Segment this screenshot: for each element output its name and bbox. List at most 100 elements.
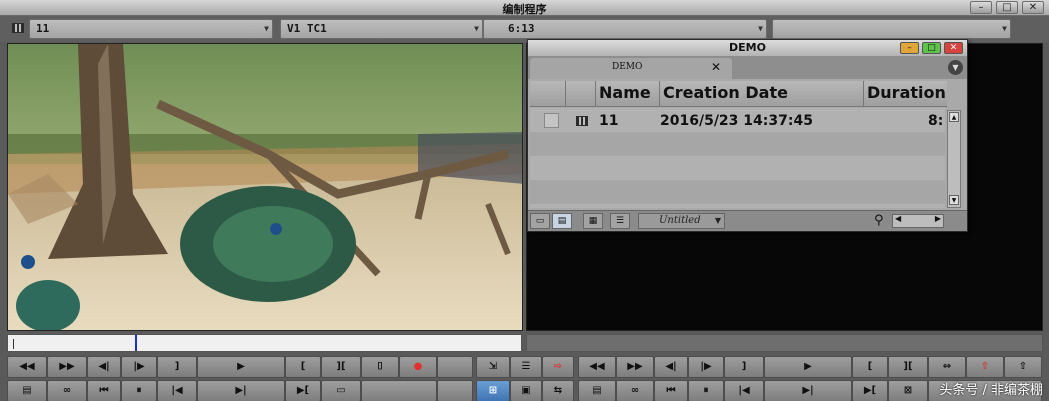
record-segment-button[interactable]: ⇔	[928, 356, 966, 378]
timecode-value: 6:13	[508, 22, 535, 35]
mark-in-button[interactable]: [	[285, 356, 321, 378]
app-title-bar: 编制程序 – □ ✕	[0, 0, 1049, 16]
source-spare-button-2[interactable]	[361, 380, 437, 401]
mark-out-button[interactable]: ]	[157, 356, 197, 378]
minimize-button[interactable]: –	[970, 1, 992, 14]
header-checkbox-column	[530, 81, 566, 106]
lift-button[interactable]: ☰	[510, 356, 542, 378]
table-row[interactable]: 11 2016/5/23 14:37:45 8:	[530, 110, 945, 132]
scroll-up-icon[interactable]: ▲	[949, 112, 959, 122]
overwrite-button[interactable]: ⇨	[542, 356, 574, 378]
toggle-source-record-button[interactable]: ⊞	[476, 380, 510, 401]
bin-footer-bar: ▭ ▤ ▦ ☰ Untitled ▼ ⚲ ◀ ▶	[528, 210, 967, 231]
go-to-out-button[interactable]: |◀	[157, 380, 197, 401]
record-play-in-out-button[interactable]: ⏸	[688, 380, 724, 401]
lift-up-button[interactable]: ⇧	[966, 356, 1004, 378]
add-marker-button[interactable]: ●	[399, 356, 437, 378]
position-indicator[interactable]	[135, 335, 137, 351]
record-info-menu[interactable]: ▼	[772, 19, 1011, 39]
source-menu-button[interactable]: ▤	[7, 380, 47, 401]
chevron-down-icon: ▼	[1002, 24, 1007, 33]
bin-minimize-button[interactable]: –	[900, 42, 919, 54]
bin-horizontal-scrollbar[interactable]: ◀ ▶	[892, 214, 944, 228]
bin-tab[interactable]: DEMO ✕	[530, 58, 732, 79]
record-mark-in-button[interactable]: [	[852, 356, 888, 378]
source-clip-menu[interactable]: 11 ▼	[29, 19, 273, 39]
bin-column-header: Name Creation Date Duration	[530, 81, 947, 107]
bin-vertical-scrollbar[interactable]: ▲ ▼	[947, 110, 961, 208]
source-spare-button-3[interactable]	[437, 380, 473, 401]
record-clear-marks-button[interactable]: ][	[888, 356, 928, 378]
column-header-duration[interactable]: Duration	[864, 81, 947, 106]
track-info-menu[interactable]: V1 TC1 ▼	[280, 19, 483, 39]
chevron-down-icon: ▼	[758, 24, 763, 33]
bin-view-name: Untitled	[659, 215, 701, 226]
frame-view-icon[interactable]: ▭	[530, 213, 550, 229]
splice-in-button[interactable]: ⇲	[476, 356, 510, 378]
timeline-view-button[interactable]: ▣	[510, 380, 542, 401]
bin-maximize-button[interactable]: □	[922, 42, 941, 54]
maximize-button[interactable]: □	[996, 1, 1018, 14]
chevron-down-icon: ▼	[714, 216, 721, 225]
record-go-to-out-button[interactable]: |◀	[724, 380, 764, 401]
step-back-button[interactable]: ◀|	[87, 356, 121, 378]
source-spare-button[interactable]	[437, 356, 473, 378]
record-play-button[interactable]: ▶	[764, 356, 852, 378]
clip-icon	[12, 23, 24, 33]
record-link-button[interactable]: ∞	[616, 380, 654, 401]
watermark-text: 头条号 / 非编茶棚	[939, 383, 1043, 398]
search-icon[interactable]: ⚲	[874, 213, 884, 228]
record-go-to-in-button[interactable]: ⏮	[654, 380, 688, 401]
bin-title-bar[interactable]: DEMO – □ ✕	[528, 40, 967, 56]
record-step-forward-button[interactable]: |▶	[688, 356, 724, 378]
mark-clip-button[interactable]: ⌷	[361, 356, 399, 378]
bin-close-button[interactable]: ✕	[944, 42, 963, 54]
close-button[interactable]: ✕	[1022, 1, 1044, 14]
bin-menu-icon[interactable]: ▼	[948, 60, 963, 75]
fast-forward-button[interactable]: ▶▶	[47, 356, 87, 378]
step-forward-button[interactable]: |▶	[121, 356, 157, 378]
bin-view-menu[interactable]: Untitled ▼	[638, 213, 725, 229]
audio-tool-button[interactable]: ⇆	[542, 380, 574, 401]
scroll-down-icon[interactable]: ▼	[949, 195, 959, 205]
position-tick	[13, 339, 14, 349]
script-view-icon[interactable]: ☰	[610, 213, 630, 229]
go-to-in-button[interactable]: ⏮	[87, 380, 121, 401]
record-match-frame-button[interactable]: ▶[	[852, 380, 888, 401]
bin-window[interactable]: DEMO – □ ✕ DEMO ✕ ▼ Name Creation Date D…	[527, 39, 968, 232]
column-header-creation-date[interactable]: Creation Date	[660, 81, 864, 106]
text-view-icon[interactable]: ▤	[552, 213, 572, 229]
record-step-back-button[interactable]: ◀|	[654, 356, 688, 378]
link-button[interactable]: ∞	[47, 380, 87, 401]
record-position-bar[interactable]	[526, 334, 1043, 352]
row-checkbox[interactable]	[544, 113, 559, 128]
source-monitor[interactable]	[7, 43, 523, 331]
play-button[interactable]: ▶	[197, 356, 285, 378]
source-position-bar[interactable]	[7, 334, 522, 352]
chevron-down-icon: ▼	[474, 24, 479, 33]
column-header-name[interactable]: Name	[596, 81, 660, 106]
rewind-button[interactable]: ◀◀	[7, 356, 47, 378]
match-frame-button[interactable]: ▶[	[285, 380, 321, 401]
record-mark-out-button[interactable]: ]	[724, 356, 764, 378]
source-sync-button[interactable]: ▭	[321, 380, 361, 401]
record-effect-button[interactable]: ⊠	[888, 380, 928, 401]
clear-marks-button[interactable]: ][	[321, 356, 361, 378]
record-next-edit-button[interactable]: ▶|	[764, 380, 852, 401]
play-in-out-button[interactable]: ⏸	[121, 380, 157, 401]
chevron-down-icon: ▼	[264, 24, 269, 33]
clip-creation-date: 2016/5/23 14:37:45	[660, 113, 813, 129]
record-fast-forward-button[interactable]: ▶▶	[616, 356, 654, 378]
track-info: V1 TC1	[287, 22, 327, 35]
scroll-right-icon[interactable]: ▶	[935, 214, 941, 223]
record-rewind-button[interactable]: ◀◀	[578, 356, 616, 378]
thumbnail-view-icon[interactable]: ▦	[583, 213, 603, 229]
record-menu-button[interactable]: ▤	[578, 380, 616, 401]
next-edit-button[interactable]: ▶|	[197, 380, 285, 401]
tab-close-icon[interactable]: ✕	[711, 60, 721, 74]
extract-button[interactable]: ⇧	[1004, 356, 1042, 378]
timecode-display[interactable]: 6:13 ▼	[483, 19, 767, 39]
scroll-left-icon[interactable]: ◀	[895, 214, 901, 223]
source-clip-name: 11	[36, 22, 50, 35]
bin-clip-list: 11 2016/5/23 14:37:45 8:	[530, 108, 945, 208]
